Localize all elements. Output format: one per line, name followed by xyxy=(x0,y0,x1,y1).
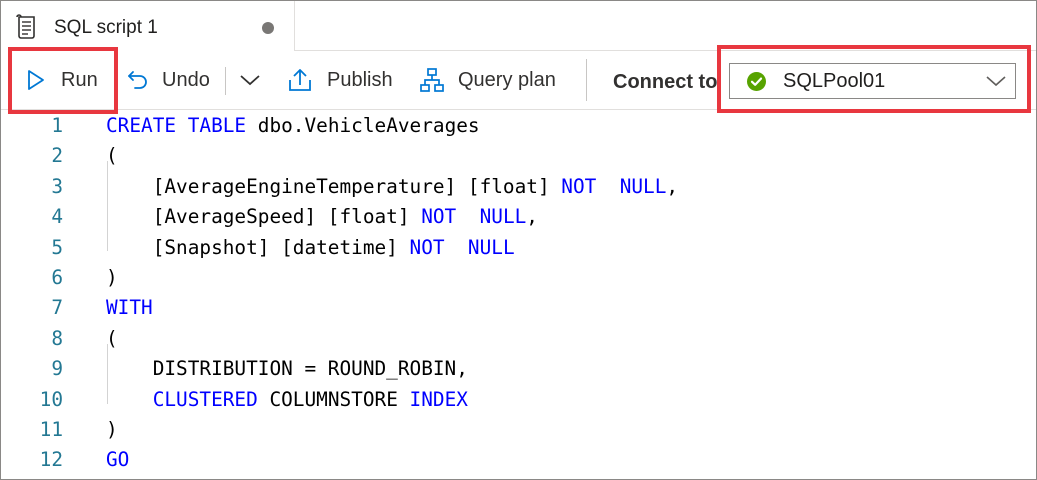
script-icon xyxy=(15,14,39,40)
sql-text: [AverageEngineTemperature] [float] xyxy=(106,174,562,198)
code-line[interactable]: 9 DISTRIBUTION = ROUND_ROBIN, xyxy=(1,354,1036,384)
sql-text: DISTRIBUTION = ROUND_ROBIN, xyxy=(106,357,468,381)
sql-text: COLUMNSTORE xyxy=(257,387,410,411)
chevron-down-icon xyxy=(239,73,261,87)
sql-text: [AverageSpeed] [float] xyxy=(106,205,422,229)
sql-keyword: NOT xyxy=(421,205,457,229)
sql-keyword: NOT xyxy=(561,174,597,198)
line-source: CREATE TABLE dbo.VehicleAverages xyxy=(106,111,480,141)
sql-text: ( xyxy=(106,144,118,168)
line-source: DISTRIBUTION = ROUND_ROBIN, xyxy=(106,354,468,384)
code-line[interactable]: 6) xyxy=(1,263,1036,293)
sql-text: dbo.VehicleAverages xyxy=(246,114,480,137)
query-plan-button[interactable]: Query plan xyxy=(419,51,556,109)
sql-keyword: CREATE xyxy=(106,114,177,137)
sql-text: ( xyxy=(106,326,118,350)
sql-editor-window: SQL script 1 Run Undo Publish Query plan… xyxy=(0,0,1037,480)
code-line[interactable]: 3 [AverageEngineTemperature] [float] NOT… xyxy=(1,172,1036,202)
code-line[interactable]: 4 [AverageSpeed] [float] NOT NULL, xyxy=(1,202,1036,232)
line-number: 10 xyxy=(39,387,63,411)
line-number: 5 xyxy=(51,235,63,259)
code-line[interactable]: 2( xyxy=(1,141,1036,171)
tab-sql-script-1[interactable]: SQL script 1 xyxy=(1,1,293,51)
undo-button[interactable]: Undo xyxy=(126,51,210,109)
line-number: 2 xyxy=(51,144,63,168)
sql-text: , xyxy=(526,205,538,229)
sql-keyword: GO xyxy=(106,448,130,472)
toolbar-divider xyxy=(586,59,587,101)
sql-text: ) xyxy=(106,266,118,289)
more-actions-dropdown[interactable] xyxy=(239,51,261,109)
line-source: WITH xyxy=(106,293,153,323)
toolbar-divider xyxy=(225,67,226,95)
upload-icon xyxy=(287,67,313,93)
line-source: ( xyxy=(106,324,118,354)
undo-label: Undo xyxy=(162,68,210,91)
code-line[interactable]: 12 GO xyxy=(1,445,1036,475)
line-number: 9 xyxy=(51,357,63,381)
run-highlight-box xyxy=(8,47,118,114)
line-number: 6 xyxy=(51,266,63,289)
sql-keyword: NULL xyxy=(619,174,667,198)
pool-highlight-box xyxy=(717,45,1031,113)
line-number: 3 xyxy=(51,174,63,198)
line-number: 11 xyxy=(39,418,63,441)
line-source: ( xyxy=(106,141,118,171)
publish-button[interactable]: Publish xyxy=(287,51,393,109)
query-plan-label: Query plan xyxy=(458,68,556,91)
connect-to-label: Connect to xyxy=(613,71,718,93)
line-number: 12 xyxy=(39,448,63,472)
line-source: [AverageSpeed] [float] NOT NULL, xyxy=(106,202,538,232)
line-source: [Snapshot] [datetime] NOT NULL xyxy=(106,233,515,263)
sql-keyword: NOT xyxy=(409,235,445,259)
code-line[interactable]: 10 CLUSTERED COLUMNSTORE INDEX xyxy=(1,385,1036,415)
line-number: 4 xyxy=(51,205,63,229)
line-source: ) xyxy=(106,415,118,445)
sql-text: , xyxy=(666,174,679,198)
sql-text: ) xyxy=(106,418,118,441)
sql-keyword: NULL xyxy=(467,235,515,259)
hierarchy-icon xyxy=(419,67,445,93)
line-number: 7 xyxy=(51,296,63,320)
unsaved-indicator-icon[interactable] xyxy=(262,22,274,34)
code-line[interactable]: 5 [Snapshot] [datetime] NOT NULL xyxy=(1,233,1036,263)
code-line[interactable]: 8( xyxy=(1,324,1036,354)
line-number: 8 xyxy=(51,326,63,350)
sql-text: [Snapshot] [datetime] xyxy=(106,235,410,259)
tab-strip: SQL script 1 xyxy=(1,1,1036,51)
line-source: GO xyxy=(106,445,129,475)
code-line[interactable]: 7 WITH xyxy=(1,293,1036,323)
sql-keyword: CLUSTERED xyxy=(152,387,258,411)
sql-keyword: INDEX xyxy=(409,387,468,411)
code-line[interactable]: 11) xyxy=(1,415,1036,445)
undo-icon xyxy=(126,68,150,92)
sql-keyword: WITH xyxy=(106,296,153,320)
publish-label: Publish xyxy=(327,68,393,91)
line-source: [AverageEngineTemperature] [float] NOT N… xyxy=(106,172,678,202)
tab-title: SQL script 1 xyxy=(54,17,158,38)
tab-strip-empty-area xyxy=(294,1,1036,51)
line-source: CLUSTERED COLUMNSTORE INDEX xyxy=(106,385,468,415)
sql-keyword: NULL xyxy=(479,205,527,229)
line-source: ) xyxy=(106,263,118,293)
code-line[interactable]: 1 CREATE TABLE dbo.VehicleAverages xyxy=(1,111,1036,141)
sql-keyword: TABLE xyxy=(187,114,247,137)
line-number: 1 xyxy=(51,114,63,137)
